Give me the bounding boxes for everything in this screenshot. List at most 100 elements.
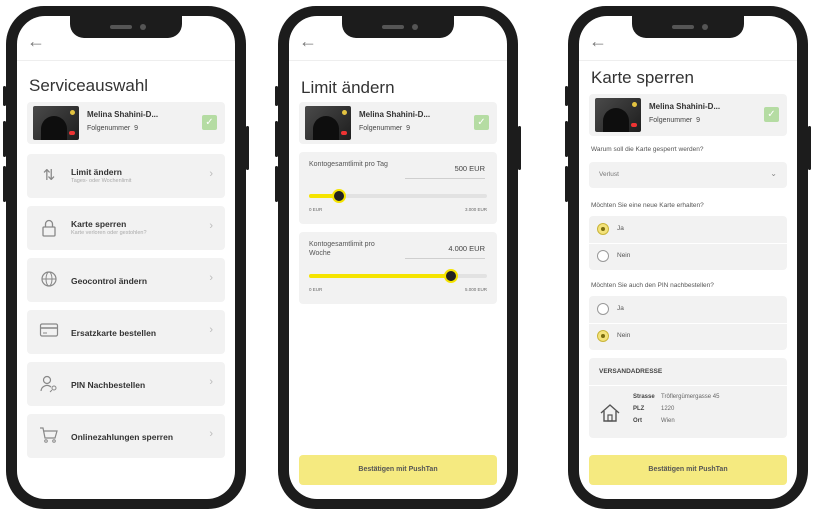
address-key: Ort	[633, 418, 642, 424]
address-key: PLZ	[633, 406, 645, 412]
address-key: Strasse	[633, 394, 655, 400]
pin-radio-group: Ja Nein	[589, 296, 787, 350]
chevron-right-icon: ›	[209, 220, 213, 232]
limit-value[interactable]: 500 EUR	[455, 164, 485, 173]
card-selector[interactable]: Melina Shahini-D... Folgenummer 9 ✓	[589, 94, 787, 136]
radio-new-card-yes[interactable]	[597, 223, 609, 235]
page-title: Karte sperren	[591, 68, 694, 87]
radio-label: Ja	[617, 225, 624, 232]
address-value: 1220	[661, 406, 675, 412]
user-key-icon	[39, 374, 59, 394]
screen-service: ← Serviceauswahl Melina Shahini-D... Fol…	[17, 16, 235, 499]
house-icon	[599, 402, 621, 424]
chevron-right-icon: ›	[209, 428, 213, 440]
page-title: Limit ändern	[301, 78, 395, 97]
lock-icon	[39, 218, 59, 238]
slider-min: 0 EUR	[309, 207, 323, 212]
back-arrow-icon[interactable]: ←	[299, 32, 317, 50]
divider	[289, 60, 507, 61]
menu-item-sub: Karte verloren oder gestohlen?	[71, 230, 147, 236]
question-new-card: Möchten Sie eine neue Karte erhalten?	[591, 202, 704, 209]
menu-item-geocontrol[interactable]: Geocontrol ändern ›	[27, 258, 225, 302]
radio-label: Nein	[617, 252, 631, 259]
chevron-right-icon: ›	[209, 272, 213, 284]
globe-icon	[39, 270, 59, 290]
confirm-pushtan-button[interactable]: Bestätigen mit PushTan	[299, 455, 497, 485]
limit-label: Kontogesamtlimit pro Woche	[309, 241, 375, 257]
checkmark-icon: ✓	[202, 115, 217, 130]
checkmark-icon: ✓	[474, 115, 489, 130]
card-selector[interactable]: Melina Shahini-D... Folgenummer 9 ✓	[27, 102, 225, 144]
limit-label: Kontogesamtlimit pro Tag	[309, 161, 388, 168]
card-holder-name: Melina Shahini-D...	[359, 110, 431, 119]
question-pin: Möchten Sie auch den PIN nachbestellen?	[591, 282, 714, 289]
address-value: Wien	[661, 418, 675, 424]
notch	[342, 16, 454, 38]
confirm-pushtan-button[interactable]: Bestätigen mit PushTan	[589, 455, 787, 485]
menu-item-block-card[interactable]: Karte sperren Karte verloren oder gestoh…	[27, 206, 225, 250]
phone-block-card: ← Karte sperren Melina Shahini-D... Folg…	[565, 6, 811, 509]
menu-item-label: PIN Nachbestellen	[71, 380, 146, 390]
select-value: Verlust	[599, 171, 619, 178]
page-title: Serviceauswahl	[29, 76, 149, 95]
card-holder-name: Melina Shahini-D...	[87, 110, 159, 119]
card-selector[interactable]: Melina Shahini-D... Folgenummer 9 ✓	[299, 102, 497, 144]
slider-min: 0 EUR	[309, 287, 323, 292]
slider-handle[interactable]	[444, 269, 459, 283]
chevron-right-icon: ›	[209, 324, 213, 336]
weekly-limit-panel: Kontogesamtlimit pro Woche 4.000 EUR 0 E…	[299, 232, 497, 304]
radio-label: Ja	[617, 305, 624, 312]
shopping-cart-icon	[39, 426, 59, 446]
card-sequence: Folgenummer 9	[649, 117, 700, 124]
slider-handle[interactable]	[332, 189, 347, 203]
menu-item-online-payments[interactable]: Onlinezahlungen sperren ›	[27, 414, 225, 458]
card-image	[305, 106, 351, 140]
phone-service: ← Serviceauswahl Melina Shahini-D... Fol…	[3, 6, 249, 509]
phone-limit: ← Limit ändern Melina Shahini-D... Folge…	[275, 6, 521, 509]
card-sequence: Folgenummer 9	[359, 125, 410, 132]
card-sequence: Folgenummer 9	[87, 125, 138, 132]
slider-max: 5.000 EUR	[464, 287, 487, 292]
divider	[579, 60, 797, 61]
card-image	[595, 98, 641, 132]
radio-pin-no[interactable]	[597, 330, 609, 342]
sort-arrows-icon: ⇅	[42, 167, 56, 184]
menu-item-label: Geocontrol ändern	[71, 276, 148, 286]
credit-card-icon	[39, 322, 59, 342]
new-card-radio-group: Ja Nein	[589, 216, 787, 270]
chevron-right-icon: ›	[209, 376, 213, 388]
divider	[17, 60, 235, 61]
radio-pin-yes[interactable]	[597, 303, 609, 315]
shipping-address-panel: VERSANDADRESSE Strasse Trôflergümergasse…	[589, 358, 787, 438]
menu-item-label: Ersatzkarte bestellen	[71, 328, 157, 338]
menu-item-label: Karte sperren	[71, 219, 127, 229]
radio-label: Nein	[617, 332, 631, 339]
screen-limit: ← Limit ändern Melina Shahini-D... Folge…	[289, 16, 507, 499]
menu-item-sub: Tages- oder Wochenlimit	[71, 178, 132, 184]
limit-slider[interactable]	[309, 189, 487, 203]
limit-value[interactable]: 4.000 EUR	[448, 244, 485, 253]
menu-item-label: Limit ändern	[71, 167, 123, 177]
question-reason: Warum soll die Karte gesperrt werden?	[591, 146, 704, 153]
chevron-right-icon: ›	[209, 168, 213, 180]
chevron-down-icon: ⌄	[770, 169, 777, 178]
notch	[70, 16, 182, 38]
limit-slider[interactable]	[309, 269, 487, 283]
menu-item-limit[interactable]: ⇅ Limit ändern Tages- oder Wochenlimit ›	[27, 154, 225, 198]
daily-limit-panel: Kontogesamtlimit pro Tag 500 EUR 0 EUR 3…	[299, 152, 497, 224]
reason-select[interactable]: Verlust ⌄	[589, 162, 787, 188]
menu-item-pin[interactable]: PIN Nachbestellen ›	[27, 362, 225, 406]
menu-item-label: Onlinezahlungen sperren	[71, 432, 174, 442]
card-image	[33, 106, 79, 140]
back-arrow-icon[interactable]: ←	[589, 32, 607, 50]
back-arrow-icon[interactable]: ←	[27, 32, 45, 50]
slider-max: 3.000 EUR	[464, 207, 487, 212]
address-heading: VERSANDADRESSE	[599, 368, 663, 375]
notch	[632, 16, 744, 38]
checkmark-icon: ✓	[764, 107, 779, 122]
address-value: Trôflergümergasse 45	[661, 394, 720, 400]
radio-new-card-no[interactable]	[597, 250, 609, 262]
card-holder-name: Melina Shahini-D...	[649, 102, 721, 111]
menu-item-replacement-card[interactable]: Ersatzkarte bestellen ›	[27, 310, 225, 354]
screen-block-card: ← Karte sperren Melina Shahini-D... Folg…	[579, 16, 797, 499]
